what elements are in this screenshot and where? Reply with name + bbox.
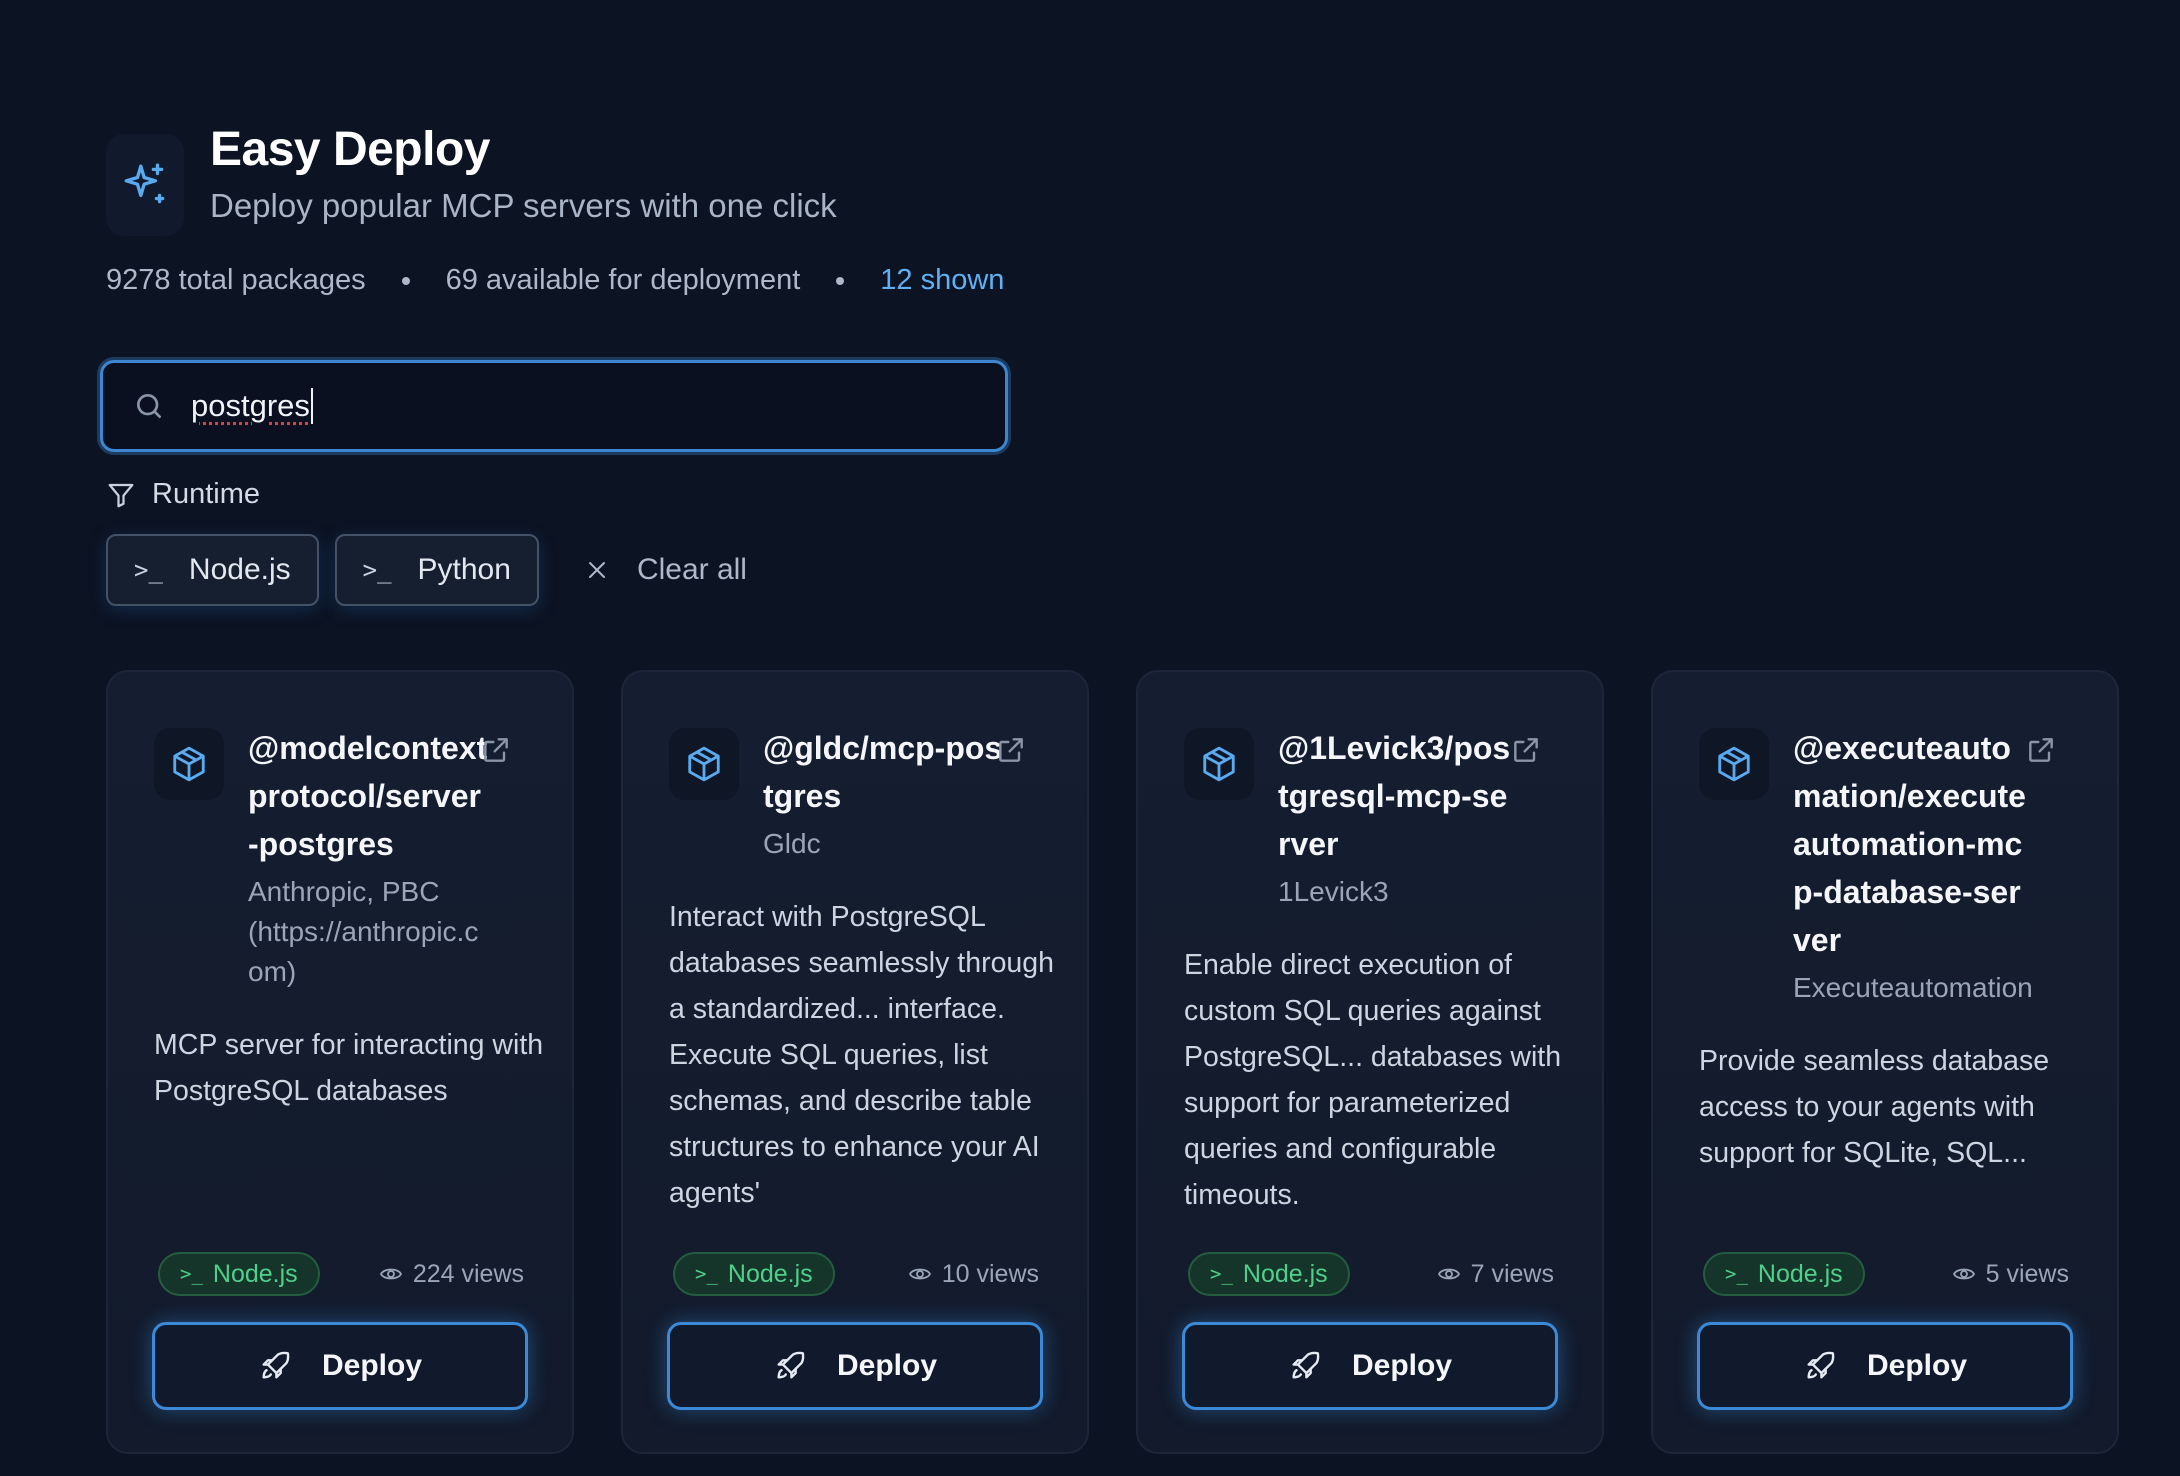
chip-nodejs[interactable]: >_ Node.js	[106, 534, 319, 606]
view-count: 224 views	[379, 1260, 524, 1289]
terminal-icon: >_	[1210, 1263, 1233, 1285]
search-icon	[137, 394, 161, 418]
package-icon	[669, 728, 739, 800]
package-description: Provide seamless database access to your…	[1699, 1045, 2050, 1169]
text-caret	[310, 388, 313, 424]
eye-icon	[1952, 1268, 1975, 1280]
package-description: MCP server for interacting with PostgreS…	[154, 1029, 544, 1107]
package-description: Interact with PostgreSQL databases seaml…	[669, 901, 1054, 1209]
runtime-filter-label: Runtime	[106, 478, 260, 511]
deploy-button[interactable]: Deploy	[667, 1322, 1043, 1410]
clear-all-button[interactable]: Clear all	[585, 553, 747, 587]
runtime-badge: >_ Node.js	[1188, 1252, 1350, 1296]
package-name: @1Levick3/postgresql-mcp-server	[1278, 730, 1511, 862]
page-subtitle: Deploy popular MCP servers with one clic…	[210, 187, 837, 224]
package-description: Enable direct execution of custom SQL qu…	[1184, 949, 1562, 1211]
runtime-filter-chips: >_ Node.js >_ Python Clear all	[106, 534, 747, 606]
deploy-label: Deploy	[1866, 1349, 1968, 1382]
view-count: 10 views	[908, 1260, 1039, 1289]
available-packages: 69 available for deployment	[445, 264, 801, 296]
view-count: 5 views	[1952, 1260, 2069, 1289]
search-input[interactable]: postgres	[100, 360, 1008, 452]
runtime-badge: >_ Node.js	[158, 1252, 320, 1296]
chip-label: Python	[417, 553, 511, 586]
search-value[interactable]: postgres	[191, 388, 310, 424]
external-link-icon[interactable]	[995, 734, 1027, 766]
deploy-button[interactable]: Deploy	[1697, 1322, 2073, 1410]
runtime-badge: >_ Node.js	[673, 1252, 835, 1296]
chip-python[interactable]: >_ Python	[334, 534, 539, 606]
rocket-icon	[1807, 1351, 1835, 1379]
runtime-badge-label: Node.js	[727, 1259, 813, 1288]
separator-dot	[836, 276, 845, 285]
eye-icon	[908, 1268, 931, 1280]
view-count-label: 224 views	[412, 1259, 524, 1288]
view-count-label: 5 views	[1985, 1259, 2069, 1288]
deploy-button[interactable]: Deploy	[1182, 1322, 1558, 1410]
package-card: @executeautomation/executeautomation-mcp…	[1651, 670, 2119, 1454]
package-author: Anthropic, PBC (https://anthropic.com)	[248, 876, 479, 987]
view-count: 7 views	[1437, 1260, 1554, 1289]
terminal-icon: >_	[362, 556, 392, 584]
eye-icon	[1437, 1268, 1460, 1280]
package-author: 1Levick3	[1278, 876, 1389, 907]
package-icon	[1699, 728, 1769, 800]
terminal-icon: >_	[695, 1263, 718, 1285]
deploy-label: Deploy	[836, 1349, 938, 1382]
external-link-icon[interactable]	[2025, 734, 2057, 766]
terminal-icon: >_	[1725, 1263, 1748, 1285]
chip-label: Node.js	[188, 553, 291, 586]
package-card: @modelcontextprotocol/server-postgres An…	[106, 670, 574, 1454]
package-name: @modelcontextprotocol/server-postgres	[248, 730, 488, 862]
shown-count: 12 shown	[880, 264, 1005, 296]
package-grid: @modelcontextprotocol/server-postgres An…	[106, 670, 2119, 1454]
filter-icon	[108, 483, 134, 507]
runtime-badge-label: Node.js	[1242, 1259, 1328, 1288]
package-name: @executeautomation/executeautomation-mcp…	[1793, 730, 2026, 958]
external-link-icon[interactable]	[480, 734, 512, 766]
package-icon	[1184, 728, 1254, 800]
runtime-label-text: Runtime	[152, 478, 260, 510]
eye-icon	[379, 1268, 402, 1280]
terminal-icon: >_	[180, 1263, 203, 1285]
runtime-badge-label: Node.js	[1757, 1259, 1843, 1288]
package-author: Gldc	[763, 828, 821, 859]
deploy-label: Deploy	[321, 1349, 423, 1382]
package-icon	[154, 728, 224, 800]
package-card: @gldc/mcp-postgres Gldc Interact with Po…	[621, 670, 1089, 1454]
package-stats: 9278 total packages 69 available for dep…	[106, 264, 1004, 297]
view-count-label: 7 views	[1470, 1259, 1554, 1288]
deploy-button[interactable]: Deploy	[152, 1322, 528, 1410]
total-packages: 9278 total packages	[106, 264, 366, 296]
runtime-badge-label: Node.js	[212, 1259, 298, 1288]
package-name: @gldc/mcp-postgres	[763, 730, 1003, 814]
rocket-icon	[1292, 1351, 1320, 1379]
rocket-icon	[262, 1351, 290, 1379]
package-card: @1Levick3/postgresql-mcp-server 1Levick3…	[1136, 670, 1604, 1454]
page-title: Easy Deploy	[210, 123, 490, 176]
close-icon	[588, 562, 605, 578]
deploy-label: Deploy	[1351, 1349, 1453, 1382]
rocket-icon	[777, 1351, 805, 1379]
package-author: Executeautomation	[1793, 972, 2033, 1003]
page-header: Easy Deploy Deploy popular MCP servers w…	[106, 124, 837, 236]
view-count-label: 10 views	[941, 1259, 1039, 1288]
sparkles-icon	[106, 134, 184, 236]
runtime-badge: >_ Node.js	[1703, 1252, 1865, 1296]
separator-dot	[401, 276, 410, 285]
external-link-icon[interactable]	[1510, 734, 1542, 766]
terminal-icon: >_	[134, 556, 163, 584]
clear-all-label: Clear all	[636, 553, 747, 586]
